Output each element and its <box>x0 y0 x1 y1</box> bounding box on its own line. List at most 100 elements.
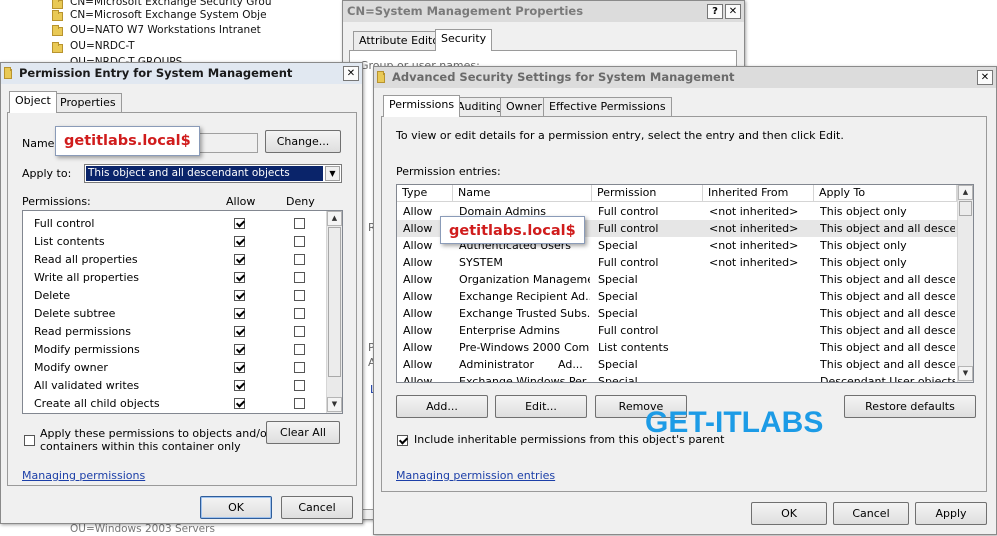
table-row[interactable]: Allow Exchange Trusted Subs... Special This… <box>397 305 957 322</box>
deny-checkbox[interactable] <box>294 254 305 265</box>
add-button[interactable]: Add... <box>396 395 488 418</box>
permission-name: Full control <box>34 217 95 230</box>
deny-checkbox[interactable] <box>294 398 305 409</box>
change-button[interactable]: Change... <box>265 130 341 153</box>
restore-defaults-button[interactable]: Restore defaults <box>844 395 976 418</box>
allow-checkbox[interactable] <box>234 308 245 319</box>
managing-permission-entries-link[interactable]: Managing permission entries <box>396 469 555 482</box>
table-cell: Full control <box>598 324 659 337</box>
tab-object[interactable]: Object <box>9 91 57 113</box>
column-header[interactable]: Inherited From <box>703 185 814 202</box>
table-row[interactable]: Allow Organization Manageme... Special This… <box>397 271 957 288</box>
managing-permissions-link[interactable]: Managing permissions <box>22 469 145 482</box>
apply-checkbox-label-1: Apply these permissions to objects and/o… <box>40 427 272 440</box>
scroll-down-icon[interactable]: ▼ <box>958 366 973 381</box>
ok-button[interactable]: OK <box>751 502 827 525</box>
allow-checkbox[interactable] <box>234 218 245 229</box>
tab-effective-permissions[interactable]: Effective Permissions <box>543 97 672 117</box>
table-cell: This object only <box>820 205 907 218</box>
cancel-button[interactable]: Cancel <box>833 502 909 525</box>
close-button[interactable]: ✕ <box>343 66 359 81</box>
column-header[interactable]: Permission <box>592 185 703 202</box>
scroll-thumb[interactable] <box>328 227 341 377</box>
include-inheritable-checkbox[interactable] <box>397 435 408 446</box>
deny-checkbox[interactable] <box>294 344 305 355</box>
allow-checkbox[interactable] <box>234 344 245 355</box>
allow-checkbox[interactable] <box>234 254 245 265</box>
allow-checkbox[interactable] <box>234 326 245 337</box>
permission-name: Modify owner <box>34 361 108 374</box>
clear-all-button[interactable]: Clear All <box>266 421 340 444</box>
scroll-up-icon[interactable]: ▲ <box>327 211 342 226</box>
table-cell <box>709 288 812 305</box>
table-cell: Special <box>598 375 638 383</box>
deny-checkbox[interactable] <box>294 218 305 229</box>
table-row[interactable]: Allow SYSTEM Full control <not inherited> Th… <box>397 254 957 271</box>
permission-entry-title: Permission Entry for System Management <box>19 66 293 80</box>
column-header[interactable]: Type <box>397 185 453 202</box>
column-header[interactable]: Apply To <box>814 185 957 202</box>
table-row[interactable]: Allow Enterprise Admins Full control This o… <box>397 322 957 339</box>
deny-checkbox[interactable] <box>294 272 305 283</box>
advanced-title: Advanced Security Settings for System Ma… <box>392 70 735 84</box>
deny-header: Deny <box>286 195 315 208</box>
tree-item[interactable]: OU=NATO W7 Workstations Intranet <box>70 23 261 37</box>
entry-callout: getitlabs.local$ <box>440 216 585 244</box>
list-item: Full control <box>23 215 323 233</box>
apply-to-container-checkbox[interactable] <box>24 435 35 446</box>
table-cell: Exchange Recipient Ad... <box>459 290 590 303</box>
properties-titlebar: CN=System Management Properties <box>343 1 744 22</box>
allow-checkbox[interactable] <box>234 362 245 373</box>
cancel-button[interactable]: Cancel <box>281 496 353 519</box>
chevron-down-icon[interactable]: ▼ <box>325 166 340 181</box>
column-header[interactable]: Name <box>453 185 592 202</box>
table-row[interactable]: Allow Exchange Recipient Ad... Special This… <box>397 288 957 305</box>
close-button[interactable]: ✕ <box>725 4 741 19</box>
permission-entry-titlebar: Permission Entry for System Management <box>1 63 362 84</box>
scroll-down-icon[interactable]: ▼ <box>327 397 342 412</box>
deny-checkbox[interactable] <box>294 308 305 319</box>
list-item: Delete subtree <box>23 305 323 323</box>
apply-button[interactable]: Apply <box>915 502 987 525</box>
deny-checkbox[interactable] <box>294 236 305 247</box>
tree-item[interactable]: CN=Microsoft Exchange System Obje <box>70 8 267 22</box>
list-item: Modify permissions <box>23 341 323 359</box>
allow-checkbox[interactable] <box>234 380 245 391</box>
apply-to-select[interactable]: This object and all descendant objects ▼ <box>84 164 342 183</box>
tab-security[interactable]: Security <box>435 29 493 51</box>
edit-button[interactable]: Edit... <box>495 395 587 418</box>
table-cell: This object and all desce... <box>820 290 955 303</box>
help-button[interactable]: ? <box>707 4 723 19</box>
table-row[interactable]: Allow Pre-Windows 2000 Com... List content… <box>397 339 957 356</box>
tab-permissions[interactable]: Permissions <box>383 95 461 117</box>
table-row[interactable]: Allow Exchange Windows Per... Special Desce… <box>397 373 957 383</box>
permission-name: Delete subtree <box>34 307 116 320</box>
scroll-thumb[interactable] <box>959 201 972 216</box>
allow-checkbox[interactable] <box>234 398 245 409</box>
table-cell: Special <box>598 273 638 286</box>
table-cell: This object and all desce... <box>820 341 955 354</box>
table-cell <box>709 373 812 382</box>
table-row[interactable]: Allow Administrator Special This object and… <box>397 356 957 373</box>
deny-checkbox[interactable] <box>294 326 305 337</box>
allow-checkbox[interactable] <box>234 290 245 301</box>
scroll-up-icon[interactable]: ▲ <box>958 185 973 200</box>
tree-item[interactable]: OU=Windows 2003 Servers <box>70 522 215 536</box>
permissions-scrollbar[interactable]: ▲ ▼ <box>326 211 342 413</box>
table-cell: Exchange Trusted Subs... <box>459 307 590 320</box>
deny-checkbox[interactable] <box>294 290 305 301</box>
allow-checkbox[interactable] <box>234 272 245 283</box>
deny-checkbox[interactable] <box>294 380 305 391</box>
permission-name: Read all properties <box>34 253 138 266</box>
table-cell: This object only <box>820 239 907 252</box>
ok-button[interactable]: OK <box>200 496 272 519</box>
allow-checkbox[interactable] <box>234 236 245 247</box>
deny-checkbox[interactable] <box>294 362 305 373</box>
close-button[interactable]: ✕ <box>977 70 993 85</box>
table-cell: Full control <box>598 222 659 235</box>
tab-owner[interactable]: Owner <box>500 97 548 117</box>
table-cell: Allow <box>403 375 433 383</box>
tree-item[interactable]: OU=NRDC-T <box>70 39 135 53</box>
tab-properties[interactable]: Properties <box>54 93 122 113</box>
entries-scrollbar[interactable]: ▲ ▼ <box>957 185 973 382</box>
